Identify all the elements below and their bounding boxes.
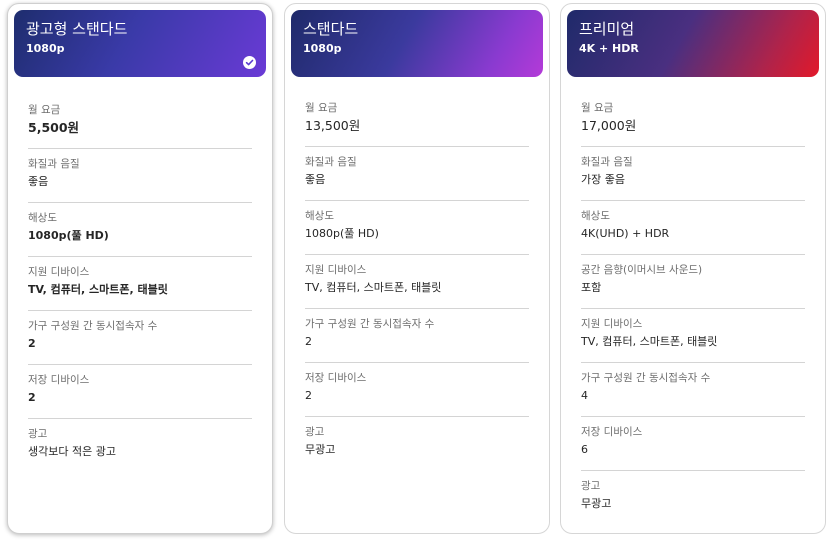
feature-value: 13,500원 <box>305 118 361 133</box>
feature-label: 화질과 음질 <box>581 156 633 168</box>
feature-label: 가구 구성원 간 동시접속자 수 <box>28 320 158 332</box>
feature-devices: 지원 디바이스 TV, 컴퓨터, 스마트폰, 태블릿 <box>28 257 252 311</box>
feature-value: 좋음 <box>28 175 49 188</box>
plan-resolution: 4K + HDR <box>579 42 639 55</box>
feature-label: 월 요금 <box>305 102 338 114</box>
feature-value: TV, 컴퓨터, 스마트폰, 태블릿 <box>28 283 168 296</box>
feature-label: 지원 디바이스 <box>581 318 643 330</box>
feature-label: 해상도 <box>305 210 334 222</box>
feature-label: 저장 디바이스 <box>28 374 90 386</box>
feature-ads: 광고 무광고 <box>305 417 529 471</box>
feature-spatial-audio: 공간 음향(이머시브 사운드) 포함 <box>581 255 805 309</box>
feature-value: 무광고 <box>305 443 336 456</box>
plan-name: 광고형 스탠다드 <box>26 20 128 38</box>
feature-resolution: 해상도 4K(UHD) + HDR <box>581 201 805 255</box>
feature-download-devices: 저장 디바이스 2 <box>305 363 529 417</box>
feature-value: 포함 <box>581 281 602 294</box>
feature-label: 월 요금 <box>28 104 61 116</box>
feature-value: 좋음 <box>305 173 326 186</box>
feature-download-devices: 저장 디바이스 2 <box>28 365 252 419</box>
feature-value: 4K(UHD) + HDR <box>581 227 670 240</box>
feature-quality: 화질과 음질 좋음 <box>28 149 252 203</box>
feature-value: 6 <box>581 443 588 456</box>
feature-label: 광고 <box>305 426 325 438</box>
feature-simultaneous-streams: 가구 구성원 간 동시접속자 수 2 <box>305 309 529 363</box>
feature-label: 화질과 음질 <box>305 156 357 168</box>
feature-simultaneous-streams: 가구 구성원 간 동시접속자 수 2 <box>28 311 252 365</box>
plan-card-standard[interactable]: 스탠다드 1080p 월 요금 13,500원 화질과 음질 좋음 해상도 10… <box>284 3 550 534</box>
feature-download-devices: 저장 디바이스 6 <box>581 417 805 471</box>
feature-devices: 지원 디바이스 TV, 컴퓨터, 스마트폰, 태블릿 <box>305 255 529 309</box>
feature-quality: 화질과 음질 좋음 <box>305 147 529 201</box>
plan-header: 광고형 스탠다드 1080p <box>14 10 266 77</box>
feature-value: 2 <box>305 335 312 348</box>
feature-label: 해상도 <box>581 210 610 222</box>
feature-label: 가구 구성원 간 동시접속자 수 <box>305 318 435 330</box>
plan-header: 프리미엄 4K + HDR <box>567 10 819 77</box>
feature-label: 광고 <box>28 428 48 440</box>
feature-resolution: 해상도 1080p(풀 HD) <box>305 201 529 255</box>
plan-card-premium[interactable]: 프리미엄 4K + HDR 월 요금 17,000원 화질과 음질 가장 좋음 … <box>560 3 826 534</box>
plan-resolution: 1080p <box>303 42 342 55</box>
feature-resolution: 해상도 1080p(풀 HD) <box>28 203 252 257</box>
feature-label: 지원 디바이스 <box>305 264 367 276</box>
feature-value: 무광고 <box>581 497 612 510</box>
plan-resolution: 1080p <box>26 42 65 55</box>
plan-header: 스탠다드 1080p <box>291 10 543 77</box>
feature-label: 해상도 <box>28 212 57 224</box>
plan-name: 스탠다드 <box>303 20 359 38</box>
feature-value: 2 <box>305 389 312 402</box>
feature-label: 저장 디바이스 <box>305 372 367 384</box>
feature-value: TV, 컴퓨터, 스마트폰, 태블릿 <box>305 281 442 294</box>
feature-monthly-price: 월 요금 17,000원 <box>581 93 805 147</box>
feature-value: 2 <box>28 391 36 404</box>
feature-monthly-price: 월 요금 13,500원 <box>305 93 529 147</box>
feature-label: 저장 디바이스 <box>581 426 643 438</box>
feature-quality: 화질과 음질 가장 좋음 <box>581 147 805 201</box>
feature-label: 월 요금 <box>581 102 614 114</box>
feature-label: 광고 <box>581 480 601 492</box>
plan-name: 프리미엄 <box>579 20 635 38</box>
feature-list: 월 요금 5,500원 화질과 음질 좋음 해상도 1080p(풀 HD) 지원… <box>28 95 252 473</box>
feature-monthly-price: 월 요금 5,500원 <box>28 95 252 149</box>
feature-list: 월 요금 13,500원 화질과 음질 좋음 해상도 1080p(풀 HD) 지… <box>305 93 529 471</box>
feature-value: 1080p(풀 HD) <box>28 229 109 242</box>
feature-label: 공간 음향(이머시브 사운드) <box>581 264 703 276</box>
feature-value: 가장 좋음 <box>581 173 625 186</box>
feature-list: 월 요금 17,000원 화질과 음질 가장 좋음 해상도 4K(UHD) + … <box>581 93 805 525</box>
check-circle-icon <box>243 56 256 69</box>
feature-label: 지원 디바이스 <box>28 266 90 278</box>
feature-ads: 광고 생각보다 적은 광고 <box>28 419 252 473</box>
feature-value: 1080p(풀 HD) <box>305 227 379 240</box>
feature-simultaneous-streams: 가구 구성원 간 동시접속자 수 4 <box>581 363 805 417</box>
feature-devices: 지원 디바이스 TV, 컴퓨터, 스마트폰, 태블릿 <box>581 309 805 363</box>
plan-card-standard-with-ads[interactable]: 광고형 스탠다드 1080p 월 요금 5,500원 화질과 음질 좋음 해상도… <box>7 3 273 534</box>
feature-value: 2 <box>28 337 36 350</box>
feature-value: 5,500원 <box>28 120 80 135</box>
feature-label: 화질과 음질 <box>28 158 80 170</box>
feature-value: 생각보다 적은 광고 <box>28 445 116 458</box>
feature-label: 가구 구성원 간 동시접속자 수 <box>581 372 711 384</box>
feature-value: 17,000원 <box>581 118 637 133</box>
feature-value: 4 <box>581 389 588 402</box>
feature-value: TV, 컴퓨터, 스마트폰, 태블릿 <box>581 335 718 348</box>
feature-ads: 광고 무광고 <box>581 471 805 525</box>
